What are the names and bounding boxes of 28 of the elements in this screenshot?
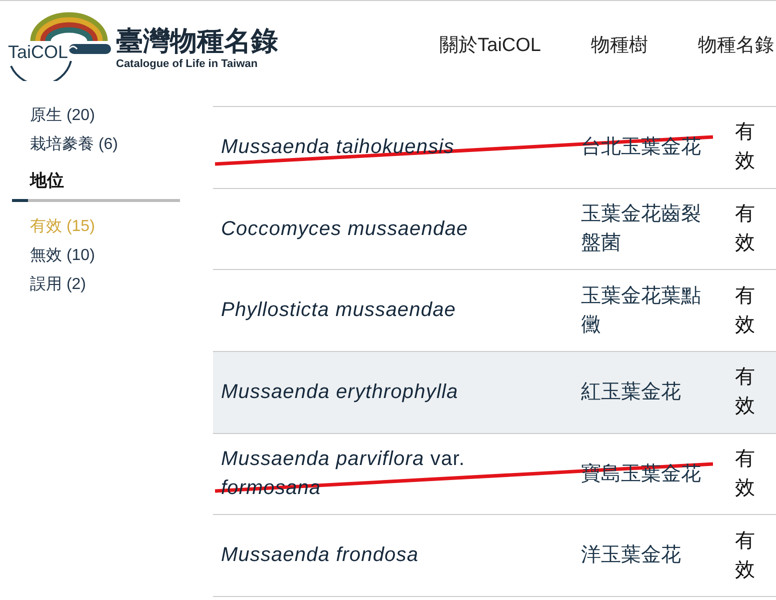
scientific-name: Phyllosticta mussaendae bbox=[221, 298, 458, 324]
status-text: 有效 bbox=[735, 528, 756, 583]
table-row[interactable]: Coccomyces mussaendae 玉葉金花齒裂盤菌 有效 bbox=[213, 188, 776, 270]
site-title: 臺灣物種名錄 bbox=[116, 26, 278, 56]
status-text: 有效 bbox=[735, 120, 756, 174]
site-subtitle: Catalogue of Life in Taiwan bbox=[116, 58, 259, 71]
table-row[interactable]: Mussaenda erythrophylla 紅玉葉金花 有效 bbox=[213, 352, 776, 434]
filter-option[interactable]: 原生 (20) bbox=[30, 101, 95, 130]
status-text: 有效 bbox=[735, 284, 756, 338]
common-name: 紅玉葉金花 bbox=[581, 380, 682, 405]
filter-heading: 地位 bbox=[30, 170, 64, 192]
scientific-name: Coccomyces mussaendae bbox=[221, 216, 470, 242]
status-text: 有效 bbox=[735, 365, 756, 420]
filter-option[interactable]: 無效 (10) bbox=[30, 241, 95, 270]
logo-mark-text: TaiCOL bbox=[8, 42, 68, 62]
common-name: 玉葉金花齒裂盤菌 bbox=[581, 202, 702, 256]
nav-link[interactable]: 關於TaiCOL bbox=[440, 33, 541, 59]
scientific-name: Mussaenda taihokuensis bbox=[221, 134, 456, 160]
status-text: 有效 bbox=[735, 202, 756, 256]
filter-option[interactable]: 栽培豢養 (6) bbox=[30, 130, 118, 159]
nav-link[interactable]: 物種名錄 bbox=[698, 33, 774, 59]
status-text: 有效 bbox=[735, 447, 756, 502]
filter-option[interactable]: 誤用 (2) bbox=[30, 270, 86, 299]
nav-link[interactable]: 物種樹 bbox=[591, 33, 648, 59]
common-name: 玉葉金花葉點黴 bbox=[581, 284, 702, 338]
scientific-name: Mussaenda erythrophylla bbox=[221, 380, 460, 405]
common-name: 洋玉葉金花 bbox=[581, 543, 682, 568]
scientific-name: Mussaenda frondosa bbox=[221, 543, 420, 568]
